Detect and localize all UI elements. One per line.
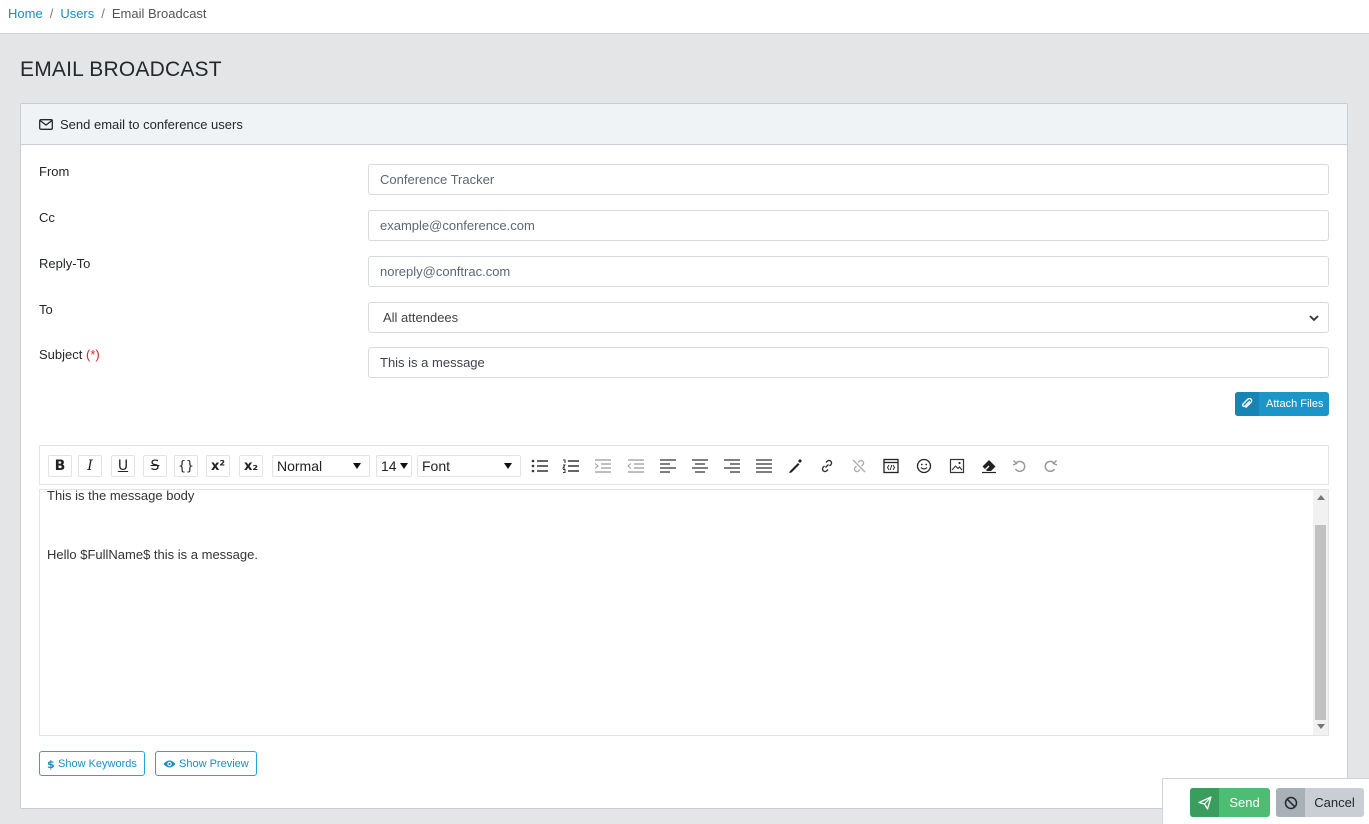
- align-right-icon[interactable]: [720, 455, 744, 477]
- editor-scrollbar[interactable]: [1313, 490, 1328, 735]
- to-select[interactable]: All attendees: [368, 302, 1329, 333]
- breadcrumb-users[interactable]: Users: [60, 6, 94, 21]
- font-family-select[interactable]: Font: [417, 455, 521, 477]
- bold-button[interactable]: B: [48, 455, 72, 477]
- eraser-icon[interactable]: [977, 455, 1001, 477]
- unlink-icon[interactable]: [847, 455, 871, 477]
- send-label: Send: [1229, 795, 1260, 810]
- paragraph-style-select[interactable]: Normal: [272, 455, 370, 477]
- strikethrough-button[interactable]: S: [143, 455, 167, 477]
- bullet-list-icon[interactable]: [528, 455, 552, 477]
- align-left-icon[interactable]: [656, 455, 680, 477]
- page-title: EMAIL BROADCAST: [20, 58, 222, 81]
- show-preview-label: Show Preview: [179, 757, 249, 770]
- show-preview-button[interactable]: Show Preview: [155, 751, 257, 776]
- caret-down-icon: [353, 463, 361, 469]
- font-size-select[interactable]: 14: [376, 455, 412, 477]
- to-row: To All attendees: [39, 302, 1329, 334]
- breadcrumb-current: Email Broadcast: [111, 6, 207, 21]
- required-marker: (*): [86, 347, 100, 362]
- chevron-down-icon: [1309, 315, 1319, 322]
- action-footer: Send Cancel: [1162, 778, 1369, 824]
- to-label: To: [39, 302, 53, 317]
- font-size-value: 14: [381, 458, 397, 474]
- paragraph-style-value: Normal: [277, 458, 323, 474]
- card-header: Send email to conference users: [21, 104, 1347, 145]
- breadcrumb-separator: /: [49, 6, 54, 21]
- breadcrumb: Home / Users / Email Broadcast: [8, 6, 207, 21]
- reply-to-label: Reply-To: [39, 256, 91, 271]
- caret-down-icon: [504, 463, 512, 469]
- eye-icon: [163, 760, 176, 767]
- scroll-down-arrow-icon[interactable]: [1317, 724, 1325, 729]
- paperclip-icon: [1235, 392, 1259, 416]
- undo-icon[interactable]: [1008, 455, 1032, 477]
- from-row: From Conference Tracker: [39, 164, 1329, 196]
- breadcrumb-home[interactable]: Home: [8, 6, 43, 21]
- link-icon[interactable]: [815, 455, 839, 477]
- editor-line: This is the message body: [47, 489, 195, 503]
- dollar-icon: $: [47, 758, 55, 770]
- cc-row: Cc example@conference.com: [39, 210, 1329, 242]
- from-field[interactable]: Conference Tracker: [368, 164, 1329, 195]
- cc-label: Cc: [39, 210, 55, 225]
- attach-files-button[interactable]: Attach Files: [1235, 392, 1329, 416]
- send-button[interactable]: Send: [1190, 788, 1270, 817]
- reply-to-field[interactable]: noreply@conftrac.com: [368, 256, 1329, 287]
- underline-button[interactable]: U: [111, 455, 135, 477]
- italic-button[interactable]: I: [78, 455, 102, 477]
- message-editor[interactable]: This is the message body Hello $FullName…: [39, 489, 1329, 736]
- email-broadcast-card: Send email to conference users From Conf…: [20, 103, 1348, 809]
- svg-text:$: $: [47, 758, 55, 770]
- subscript-button[interactable]: x₂: [239, 455, 263, 477]
- envelope-icon: [39, 118, 53, 130]
- cc-field[interactable]: example@conference.com: [368, 210, 1329, 241]
- to-select-value: All attendees: [383, 310, 459, 325]
- attach-files-label: Attach Files: [1266, 398, 1324, 410]
- outdent-icon[interactable]: [624, 455, 648, 477]
- scrollbar-thumb[interactable]: [1315, 525, 1326, 720]
- cancel-button[interactable]: Cancel: [1276, 788, 1364, 817]
- subject-label-text: Subject: [39, 347, 83, 362]
- reply-to-row: Reply-To noreply@conftrac.com: [39, 256, 1329, 288]
- card-header-title: Send email to conference users: [60, 116, 243, 132]
- image-icon[interactable]: [945, 455, 969, 477]
- superscript-button[interactable]: x²: [206, 455, 230, 477]
- subject-label: Subject (*): [39, 347, 100, 362]
- show-keywords-label: Show Keywords: [58, 757, 137, 770]
- breadcrumb-separator: /: [101, 6, 105, 21]
- align-center-icon[interactable]: [688, 455, 712, 477]
- from-label: From: [39, 164, 70, 179]
- top-bar: Home / Users / Email Broadcast: [0, 0, 1369, 34]
- caret-down-icon: [400, 463, 408, 469]
- emoji-icon[interactable]: [912, 455, 936, 477]
- code-view-icon[interactable]: [879, 455, 903, 477]
- ban-icon: [1276, 788, 1305, 817]
- cancel-label: Cancel: [1314, 795, 1355, 810]
- editor-line: Hello $FullName$ this is a message.: [47, 547, 258, 562]
- subject-row: Subject (*) This is a message: [39, 347, 1329, 379]
- editor-toolbar: B I U S {} x² x₂ Normal 14 Font: [39, 445, 1329, 485]
- font-family-value: Font: [422, 458, 451, 474]
- subject-field[interactable]: This is a message: [368, 347, 1329, 378]
- align-justify-icon[interactable]: [752, 455, 776, 477]
- show-keywords-button[interactable]: $ Show Keywords: [39, 751, 145, 776]
- code-button[interactable]: {}: [174, 455, 198, 477]
- scroll-up-arrow-icon[interactable]: [1317, 495, 1325, 500]
- redo-icon[interactable]: [1038, 455, 1062, 477]
- text-color-icon[interactable]: [783, 455, 807, 477]
- indent-icon[interactable]: [591, 455, 615, 477]
- paper-plane-icon: [1190, 788, 1219, 817]
- numbered-list-icon[interactable]: [559, 455, 583, 477]
